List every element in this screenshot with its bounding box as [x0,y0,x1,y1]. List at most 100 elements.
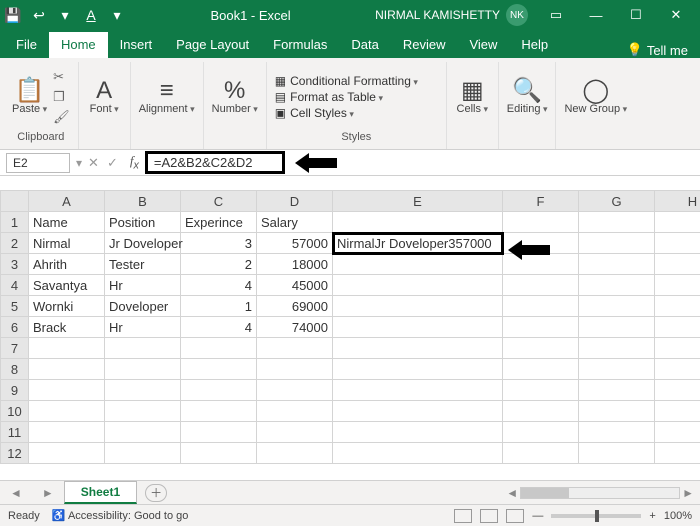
tab-page-layout[interactable]: Page Layout [164,32,261,58]
cell[interactable] [579,380,655,401]
cell[interactable] [181,359,257,380]
tab-view[interactable]: View [457,32,509,58]
tab-help[interactable]: Help [509,32,560,58]
cell[interactable] [579,317,655,338]
cell[interactable]: 74000 [257,317,333,338]
tab-file[interactable]: File [4,32,49,58]
cell[interactable]: Nirmal [29,233,105,254]
cell[interactable] [257,443,333,464]
horizontal-scrollbar[interactable] [520,487,680,499]
cell[interactable] [503,359,579,380]
autosave-icon[interactable]: 💾 [4,7,22,24]
cell[interactable] [655,401,700,422]
cell[interactable] [503,212,579,233]
editing-button[interactable]: 🔍Editing [507,79,548,115]
cell[interactable] [333,443,503,464]
cell[interactable] [655,443,700,464]
cell[interactable] [655,296,700,317]
cell-styles-button[interactable]: ▣Cell Styles [275,106,354,120]
cell[interactable] [503,296,579,317]
cell[interactable]: 2 [181,254,257,275]
alignment-button[interactable]: ≡Alignment [139,79,195,115]
zoom-in-button[interactable]: + [649,510,655,522]
cell[interactable]: 18000 [257,254,333,275]
cell[interactable] [579,422,655,443]
cell[interactable] [29,401,105,422]
tab-insert[interactable]: Insert [108,32,165,58]
row-header[interactable]: 9 [1,380,29,401]
cell[interactable] [333,212,503,233]
cell[interactable]: Salary [257,212,333,233]
redo-dropdown-icon[interactable]: ▾ [56,7,74,24]
view-normal-icon[interactable] [454,509,472,523]
cell-selected[interactable]: NirmalJr Doveloper357000 [333,233,503,254]
col-E[interactable]: E [333,191,503,212]
cell[interactable]: 3 [181,233,257,254]
minimize-button[interactable]: — [576,0,616,30]
undo-icon[interactable]: ↩ [30,7,48,24]
ribbon-display-icon[interactable]: ▭ [536,0,576,30]
zoom-out-button[interactable]: — [532,510,543,522]
col-A[interactable]: A [29,191,105,212]
cell[interactable]: Hr [105,275,181,296]
cell[interactable] [655,359,700,380]
cell[interactable] [655,212,700,233]
row-header[interactable]: 7 [1,338,29,359]
row-header[interactable]: 1 [1,212,29,233]
cell[interactable] [503,317,579,338]
cell[interactable]: Position [105,212,181,233]
cell[interactable] [181,422,257,443]
cell[interactable] [257,401,333,422]
tab-formulas[interactable]: Formulas [261,32,339,58]
cell[interactable] [503,380,579,401]
cell[interactable] [579,233,655,254]
cell[interactable]: Savantya [29,275,105,296]
cell[interactable]: Brack [29,317,105,338]
cell[interactable] [579,212,655,233]
cut-icon[interactable]: ✂ [53,69,70,85]
cells-button[interactable]: ▦Cells [457,79,488,115]
sheet-nav-prev-icon[interactable]: ◄ [0,486,32,500]
cell[interactable] [333,422,503,443]
tell-me[interactable]: Tell me [647,43,688,58]
view-page-break-icon[interactable] [506,509,524,523]
cell[interactable] [333,296,503,317]
zoom-slider[interactable] [551,514,641,518]
cell[interactable] [503,275,579,296]
cell[interactable] [105,443,181,464]
cell[interactable] [333,380,503,401]
cancel-formula-icon[interactable]: ✕ [88,155,99,171]
new-group-button[interactable]: ◯New Group [564,79,627,115]
row-header[interactable]: 8 [1,359,29,380]
new-sheet-button[interactable]: ＋ [145,484,167,502]
cell[interactable] [579,443,655,464]
row-header[interactable]: 11 [1,422,29,443]
col-B[interactable]: B [105,191,181,212]
name-box[interactable]: E2 [6,153,70,173]
cell[interactable] [503,401,579,422]
tab-review[interactable]: Review [391,32,458,58]
cell[interactable]: 45000 [257,275,333,296]
cell[interactable] [105,401,181,422]
cell[interactable] [579,401,655,422]
view-page-layout-icon[interactable] [480,509,498,523]
user-avatar[interactable]: NK [506,4,528,26]
font-color-icon[interactable]: A [82,7,100,23]
format-as-table-button[interactable]: ▤Format as Table [275,90,383,104]
cell[interactable] [655,422,700,443]
cell[interactable] [29,359,105,380]
paste-button[interactable]: 📋 Paste [12,79,47,115]
cell[interactable] [29,443,105,464]
cell[interactable] [333,338,503,359]
cell[interactable] [29,338,105,359]
cell[interactable]: 69000 [257,296,333,317]
copy-icon[interactable]: ❐ [53,89,70,105]
font-button[interactable]: AFont [90,79,119,115]
cell[interactable]: 4 [181,275,257,296]
row-header[interactable]: 5 [1,296,29,317]
number-button[interactable]: %Number [212,79,258,115]
cell[interactable] [503,443,579,464]
cell[interactable]: Experince [181,212,257,233]
row-header[interactable]: 4 [1,275,29,296]
col-G[interactable]: G [579,191,655,212]
